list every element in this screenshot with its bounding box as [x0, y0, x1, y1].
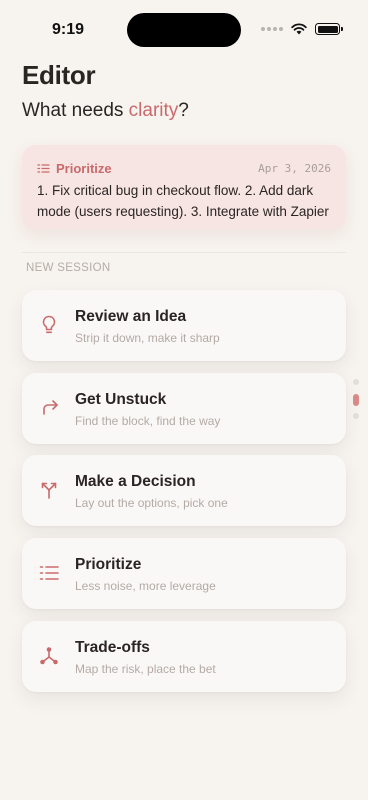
subtitle-suffix: ?	[178, 100, 189, 121]
page-subtitle: What needs clarity?	[22, 100, 189, 122]
lightbulb-icon	[38, 314, 60, 336]
session-subtitle: Find the block, find the way	[75, 414, 221, 428]
battery-icon	[315, 23, 343, 35]
session-subtitle: Lay out the options, pick one	[75, 496, 228, 510]
recent-session-header: Prioritize Apr 3, 2026	[37, 160, 331, 176]
subtitle-prefix: What needs	[22, 100, 129, 121]
signal-dots-icon	[261, 27, 283, 31]
session-title: Review an Idea	[75, 308, 187, 325]
page-title: Editor	[22, 60, 96, 90]
page-dot-active[interactable]	[353, 394, 359, 406]
recent-session-date: Apr 3, 2026	[258, 161, 331, 175]
redirect-arrow-icon	[38, 397, 60, 419]
status-bar: 9:19	[0, 0, 368, 56]
session-subtitle: Strip it down, make it sharp	[75, 331, 220, 345]
session-title: Make a Decision	[75, 473, 196, 490]
section-label-new-session: NEW SESSION	[26, 262, 111, 274]
dynamic-island	[127, 13, 241, 47]
session-subtitle: Map the risk, place the bet	[75, 662, 216, 676]
session-title: Trade-offs	[75, 639, 150, 656]
numbered-list-icon	[37, 162, 50, 175]
session-trade-offs[interactable]: Trade-offs Map the risk, place the bet	[22, 621, 346, 692]
session-review-idea[interactable]: Review an Idea Strip it down, make it sh…	[22, 290, 346, 361]
subtitle-accent: clarity	[128, 100, 179, 121]
session-title: Get Unstuck	[75, 391, 167, 408]
session-prioritize[interactable]: Prioritize Less noise, more leverage	[22, 538, 346, 609]
fork-icon	[38, 479, 60, 501]
network-nodes-icon	[38, 645, 60, 667]
recent-session-type: Prioritize	[56, 160, 112, 176]
session-title: Prioritize	[75, 556, 142, 573]
divider	[22, 252, 346, 253]
session-make-decision[interactable]: Make a Decision Lay out the options, pic…	[22, 455, 346, 526]
status-icons	[261, 23, 343, 35]
status-time: 9:19	[52, 21, 85, 38]
recent-session-preview: 1. Fix critical bug in checkout flow. 2.…	[37, 183, 329, 219]
recent-session-card[interactable]: Prioritize Apr 3, 2026 1. Fix critical b…	[22, 145, 346, 229]
numbered-list-icon	[38, 562, 60, 584]
session-subtitle: Less noise, more leverage	[75, 579, 216, 593]
page-dot[interactable]	[353, 379, 359, 385]
page-dot[interactable]	[353, 413, 359, 419]
wifi-icon	[291, 23, 307, 35]
session-get-unstuck[interactable]: Get Unstuck Find the block, find the way	[22, 373, 346, 444]
